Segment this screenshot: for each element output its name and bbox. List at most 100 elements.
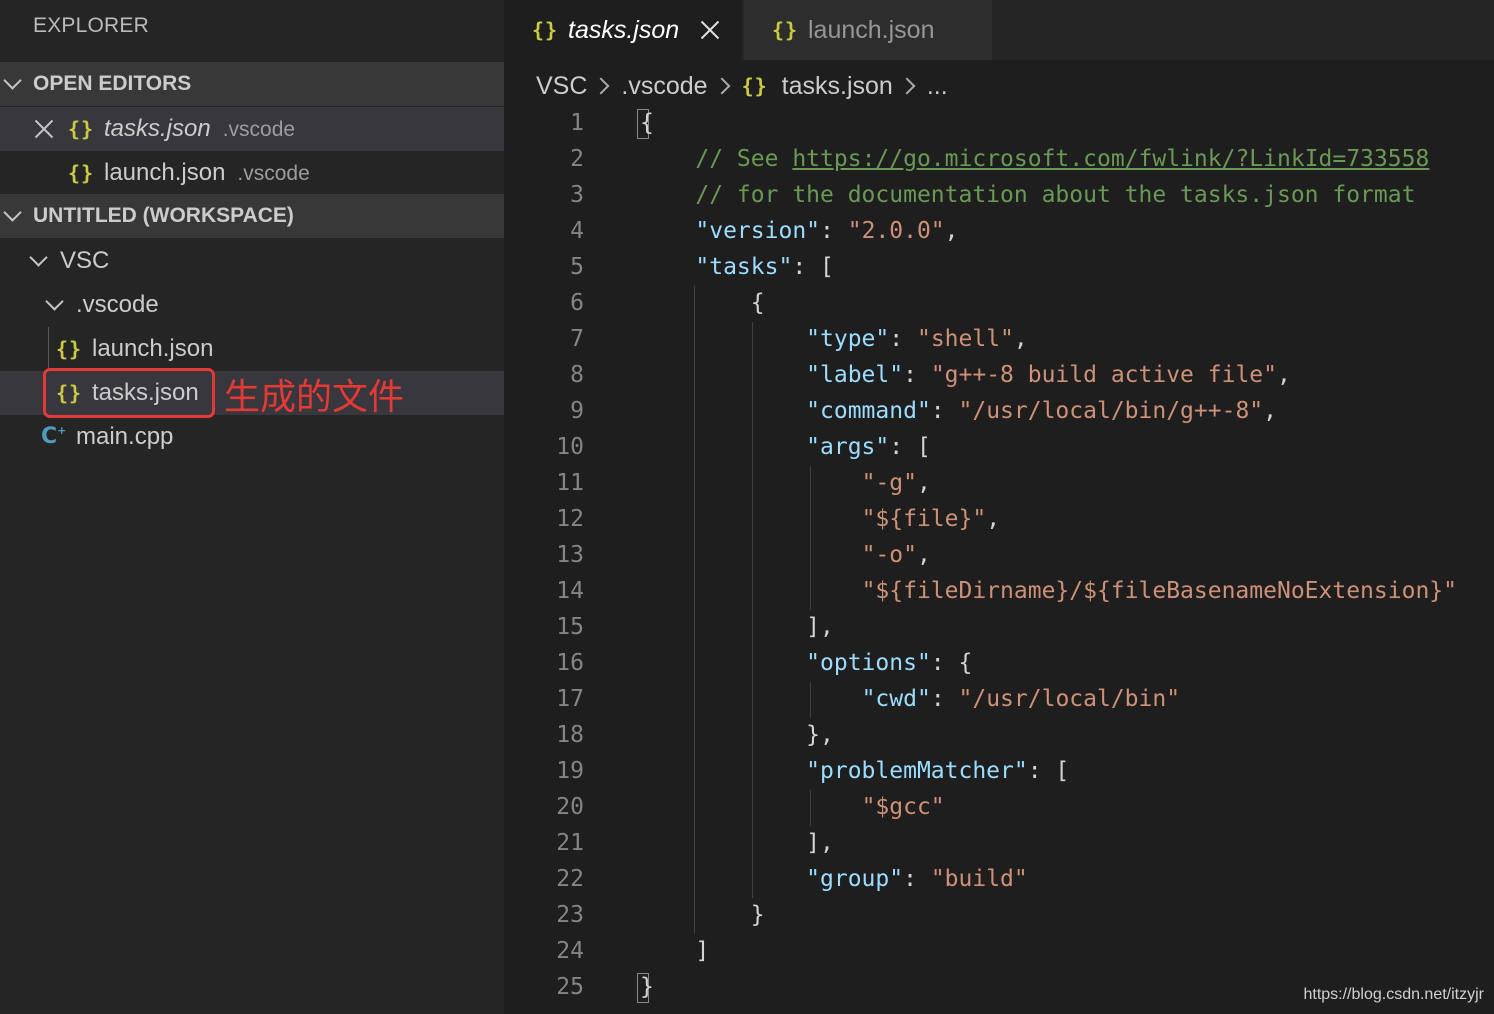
code-line: "-g",: [861, 470, 931, 496]
line-number: 11: [556, 470, 584, 496]
code-line: "label": "g++-8 build active file",: [806, 362, 1291, 388]
file-label: main.cpp: [76, 423, 174, 450]
folder-label: .vscode: [76, 291, 159, 318]
tab-tasks-json[interactable]: {} tasks.json: [504, 0, 742, 60]
open-editor-item-launch[interactable]: {} launch.json .vscode: [0, 151, 504, 195]
code-line: "cwd": "/usr/local/bin": [861, 686, 1181, 712]
line-number: 20: [556, 794, 584, 820]
chevron-right-icon: [713, 77, 731, 95]
close-icon[interactable]: [700, 20, 720, 40]
open-editor-folder: .vscode: [222, 118, 296, 141]
file-label: launch.json: [92, 335, 214, 362]
line-number: 14: [556, 578, 584, 604]
open-editors-label: OPEN EDITORS: [33, 72, 192, 95]
line-number: 12: [556, 506, 584, 532]
breadcrumb: VSC .vscode {} tasks.json ...: [536, 66, 948, 106]
line-number: 16: [556, 650, 584, 676]
code-line: }: [640, 974, 654, 1000]
explorer-sidebar: EXPLORER OPEN EDITORS {} tasks.json .vsco…: [0, 0, 504, 1014]
explorer-title: EXPLORER: [33, 14, 149, 37]
folder-label: VSC: [60, 247, 110, 274]
cpp-file-icon: C+: [41, 424, 67, 449]
line-number: 22: [556, 866, 584, 892]
code-line: "group": "build": [806, 866, 1028, 892]
json-braces-icon: {}: [532, 18, 559, 42]
line-number: 10: [556, 434, 584, 460]
line-number: 15: [556, 614, 584, 640]
line-number: 2: [570, 146, 584, 172]
code-line: "problemMatcher": [: [806, 758, 1070, 784]
folder-vscode[interactable]: .vscode: [0, 283, 504, 327]
highlight-box: [43, 368, 215, 418]
tab-launch-json[interactable]: {} launch.json: [744, 0, 992, 60]
code-line: },: [640, 722, 834, 748]
code-line: "-o",: [861, 542, 931, 568]
line-number: 19: [556, 758, 584, 784]
chevron-down-icon: [45, 292, 64, 311]
json-braces-icon: {}: [68, 161, 95, 185]
chevron-right-icon: [898, 77, 916, 95]
chevron-down-icon: [3, 71, 22, 90]
code-line: "version": "2.0.0",: [695, 218, 959, 244]
open-editor-filename: tasks.json: [104, 115, 211, 142]
code-line: "$gcc": [861, 794, 945, 820]
workspace-header[interactable]: UNTITLED (WORKSPACE): [0, 194, 504, 238]
code-line: ]: [640, 938, 710, 964]
line-number: 1: [570, 110, 584, 136]
line-number: 23: [556, 902, 584, 928]
tab-label: launch.json: [808, 15, 935, 44]
code-line: ],: [640, 614, 834, 640]
line-number: 21: [556, 830, 584, 856]
line-number: 4: [570, 218, 584, 244]
open-editor-filename: launch.json: [104, 159, 226, 186]
breadcrumb-item[interactable]: VSC: [536, 72, 587, 101]
line-number: 24: [556, 938, 584, 964]
workspace-label: UNTITLED (WORKSPACE): [33, 204, 294, 227]
chevron-down-icon: [3, 203, 22, 222]
watermark: https://blog.csdn.net/itzyjr: [1303, 986, 1484, 1003]
file-main-cpp[interactable]: C+ main.cpp: [0, 415, 504, 459]
tab-bar: {} tasks.json {} launch.json: [504, 0, 1494, 60]
code-line: "command": "/usr/local/bin/g++-8",: [806, 398, 1277, 424]
code-line: "${fileDirname}/${fileBasenameNoExtensio…: [861, 578, 1457, 604]
code-line: "${file}",: [861, 506, 1001, 532]
code-line: {: [640, 290, 765, 316]
open-editor-item-tasks[interactable]: {} tasks.json .vscode: [0, 107, 504, 151]
json-braces-icon: {}: [56, 337, 83, 361]
open-editors-header[interactable]: OPEN EDITORS: [0, 62, 504, 106]
code-line: "tasks": [: [695, 254, 834, 280]
chevron-right-icon: [592, 77, 610, 95]
line-number: 6: [570, 290, 584, 316]
code-line: // for the documentation about the tasks…: [640, 182, 1415, 208]
breadcrumb-item[interactable]: tasks.json: [782, 72, 893, 101]
open-editor-folder: .vscode: [237, 162, 310, 185]
line-number: 25: [556, 974, 584, 1000]
code-line: ],: [640, 830, 834, 856]
file-launch-json[interactable]: {} launch.json: [0, 327, 504, 371]
code-comment: // See: [695, 146, 793, 172]
code-line: {: [640, 110, 654, 136]
line-number: 18: [556, 722, 584, 748]
breadcrumb-item[interactable]: .vscode: [621, 72, 707, 101]
chevron-down-icon: [29, 248, 48, 267]
line-number: 5: [570, 254, 584, 280]
breadcrumb-item[interactable]: ...: [927, 72, 948, 101]
line-number: 7: [570, 326, 584, 352]
json-braces-icon: {}: [772, 18, 799, 42]
code-link[interactable]: https://go.microsoft.com/fwlink/?LinkId=…: [792, 146, 1429, 172]
annotation-text: 生成的文件: [224, 377, 405, 418]
code-line: "type": "shell",: [806, 326, 1028, 352]
code-line: "args": [: [806, 434, 931, 460]
line-number: 17: [556, 686, 584, 712]
json-braces-icon: {}: [68, 117, 95, 141]
line-number: 8: [570, 362, 584, 388]
code-line: }: [640, 902, 765, 928]
code-line: // See https://go.microsoft.com/fwlink/?…: [640, 146, 1429, 172]
close-icon[interactable]: [34, 119, 54, 139]
line-number: 9: [570, 398, 584, 424]
code-editor[interactable]: 1 2 3 4 5 6 7 8 9 10 11 12 13 14 15 16 17 18 19 20 21 22 23 24 2…: [504, 106, 1494, 1014]
line-number: 13: [556, 542, 584, 568]
folder-vsc[interactable]: VSC: [0, 239, 504, 283]
line-number: 3: [570, 182, 584, 208]
tab-label: tasks.json: [568, 15, 680, 44]
